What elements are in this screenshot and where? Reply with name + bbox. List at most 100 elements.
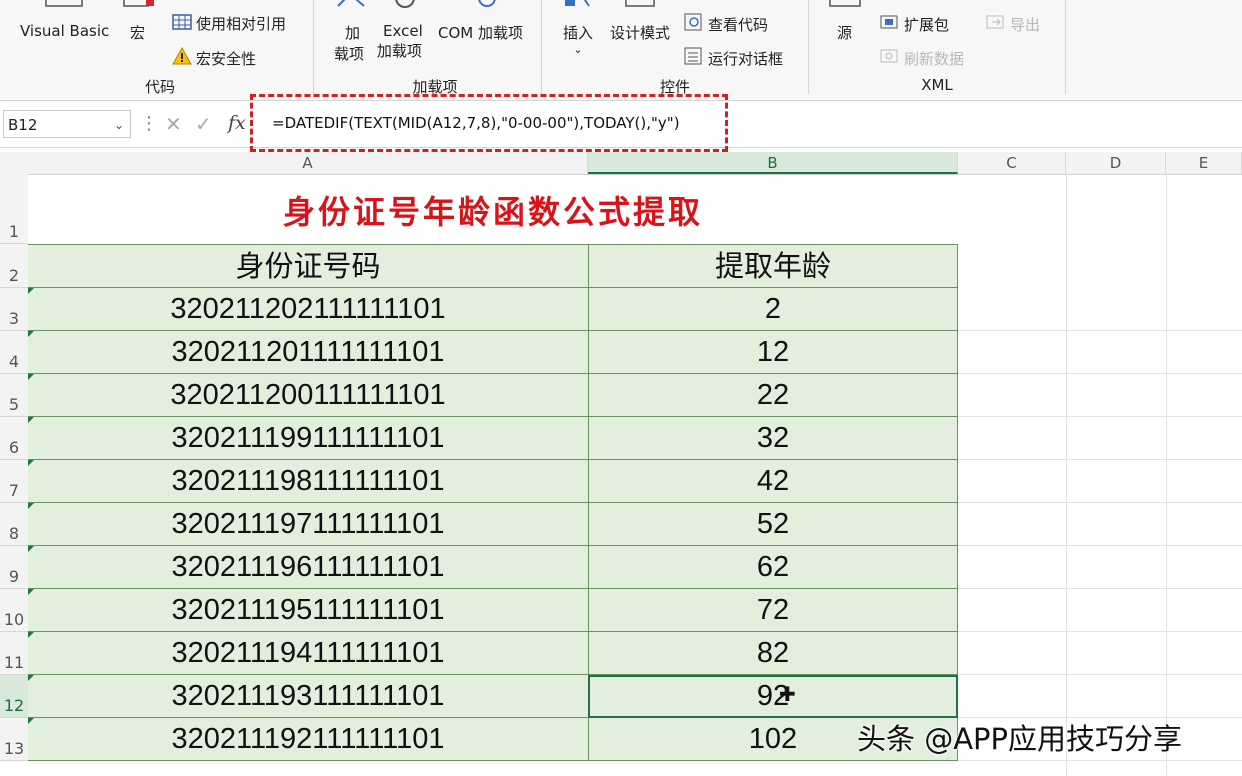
excel-addins-button[interactable]: Excel 加载项 bbox=[377, 22, 423, 61]
refresh-data-label: 刷新数据 bbox=[904, 49, 965, 68]
macro-button[interactable]: 宏 bbox=[130, 22, 145, 43]
grid-line bbox=[958, 330, 1242, 331]
age-cell[interactable]: 72 bbox=[588, 589, 958, 632]
row-header[interactable]: 8 bbox=[0, 503, 28, 546]
header-cell-id[interactable]: 身份证号码 bbox=[28, 244, 589, 288]
grid-line bbox=[958, 631, 1242, 632]
column-header-a[interactable]: A bbox=[28, 152, 588, 174]
id-number-cell[interactable]: 320211194111111101 bbox=[28, 632, 589, 675]
com-addins-button[interactable]: COM 加载项 bbox=[438, 22, 523, 43]
column-header-c[interactable]: C bbox=[958, 152, 1066, 174]
id-number-cell[interactable]: 320211192111111101 bbox=[28, 718, 589, 761]
row-header[interactable]: 11 bbox=[0, 632, 28, 675]
grid-line bbox=[1066, 174, 1067, 776]
com-addins-gear-icon bbox=[470, 0, 504, 16]
grid-line bbox=[958, 588, 1242, 589]
row-header[interactable]: 12 bbox=[0, 675, 28, 718]
column-header-e[interactable]: E bbox=[1166, 152, 1242, 174]
age-cell[interactable]: 2 bbox=[588, 288, 958, 331]
relative-reference-button[interactable]: 使用相对引用 bbox=[172, 13, 286, 34]
row-header-1[interactable]: 1 bbox=[0, 174, 28, 244]
refresh-data-button[interactable]: 刷新数据 bbox=[880, 47, 964, 69]
enter-check-icon[interactable]: ✓ bbox=[195, 112, 212, 136]
age-cell[interactable]: 52 bbox=[588, 503, 958, 546]
age-cell[interactable]: 22 bbox=[588, 374, 958, 417]
insert-label: 插入 bbox=[563, 24, 594, 42]
row-header-2[interactable]: 2 bbox=[0, 244, 28, 288]
age-value: 22 bbox=[756, 379, 790, 411]
id-number-value: 320211192111111101 bbox=[171, 723, 445, 755]
row-header[interactable]: 3 bbox=[0, 288, 28, 331]
column-header-d[interactable]: D bbox=[1066, 152, 1166, 174]
chevron-down-icon: ⌄ bbox=[573, 43, 583, 56]
more-options-icon[interactable]: ⋮ bbox=[140, 113, 158, 134]
id-number-cell[interactable]: 320211201111111101 bbox=[28, 331, 589, 374]
row-header[interactable]: 4 bbox=[0, 331, 28, 374]
design-mode-button[interactable]: 设计模式 bbox=[610, 22, 670, 43]
xml-source-button[interactable]: 源 bbox=[837, 22, 852, 43]
grid-line bbox=[958, 502, 1242, 503]
age-cell[interactable]: 32 bbox=[588, 417, 958, 460]
macro-security-button[interactable]: 宏安全性 bbox=[172, 46, 256, 69]
row-header[interactable]: 13 bbox=[0, 718, 28, 761]
insert-control-button[interactable]: 插入 ⌄ bbox=[563, 22, 593, 57]
age-value: 32 bbox=[756, 422, 790, 454]
addins-button[interactable]: 加 载项 bbox=[334, 22, 364, 64]
row-header[interactable]: 9 bbox=[0, 546, 28, 589]
id-number-cell[interactable]: 320211198111111101 bbox=[28, 460, 589, 503]
chevron-down-icon[interactable]: ⌄ bbox=[114, 111, 124, 139]
cancel-icon[interactable]: ✕ bbox=[165, 112, 182, 136]
age-value: 42 bbox=[756, 465, 790, 497]
run-dialog-label: 运行对话框 bbox=[708, 49, 784, 68]
relative-reference-label: 使用相对引用 bbox=[196, 15, 287, 33]
expansion-packs-button[interactable]: 扩展包 bbox=[880, 13, 949, 35]
id-number-cell[interactable]: 320211193111111101 bbox=[28, 675, 589, 718]
id-number-cell[interactable]: 320211202111111101 bbox=[28, 288, 589, 331]
view-code-button[interactable]: 查看代码 bbox=[684, 13, 768, 35]
age-value: 72 bbox=[756, 594, 790, 626]
grid-line bbox=[958, 674, 1242, 675]
text-number-warning-icon bbox=[28, 503, 34, 509]
age-cell[interactable]: 42 bbox=[588, 460, 958, 503]
column-header-b[interactable]: B bbox=[588, 152, 958, 174]
sheet-title[interactable]: 身份证号年龄函数公式提取 bbox=[28, 174, 958, 244]
age-value: 52 bbox=[756, 508, 790, 540]
export-icon bbox=[986, 13, 1006, 35]
text-number-warning-icon bbox=[28, 331, 34, 337]
age-cell[interactable]: 62 bbox=[588, 546, 958, 589]
grid-line bbox=[958, 459, 1242, 460]
header-cell-age[interactable]: 提取年龄 bbox=[588, 244, 958, 288]
grid-line bbox=[958, 760, 1242, 761]
export-button[interactable]: 导出 bbox=[986, 13, 1040, 35]
run-dialog-button[interactable]: 运行对话框 bbox=[684, 47, 783, 69]
ribbon-separator bbox=[808, 0, 809, 94]
id-number-value: 320211193111111101 bbox=[171, 680, 445, 712]
id-number-value: 320211202111111101 bbox=[170, 293, 446, 325]
row-header[interactable]: 6 bbox=[0, 417, 28, 460]
name-box[interactable]: B12 ⌄ bbox=[3, 110, 131, 138]
age-value: 62 bbox=[756, 551, 790, 583]
export-label: 导出 bbox=[1010, 15, 1041, 34]
text-number-warning-icon bbox=[28, 589, 34, 595]
id-number-cell[interactable]: 320211197111111101 bbox=[28, 503, 589, 546]
id-number-cell[interactable]: 320211195111111101 bbox=[28, 589, 589, 632]
id-number-cell[interactable]: 320211199111111101 bbox=[28, 417, 589, 460]
visual-basic-button[interactable]: Visual Basic bbox=[20, 22, 109, 40]
text-number-warning-icon bbox=[28, 675, 34, 681]
row-header[interactable]: 10 bbox=[0, 589, 28, 632]
grid-line bbox=[1166, 174, 1167, 776]
expansion-packs-icon bbox=[880, 13, 900, 35]
row-header[interactable]: 7 bbox=[0, 460, 28, 503]
id-number-cell[interactable]: 320211200111111101 bbox=[28, 374, 589, 417]
xml-group-label: XML bbox=[921, 76, 953, 94]
text-number-warning-icon bbox=[28, 632, 34, 638]
age-cell[interactable]: 12 bbox=[588, 331, 958, 374]
row-header[interactable]: 5 bbox=[0, 374, 28, 417]
highlight-annotation-box bbox=[250, 94, 728, 152]
expansion-packs-label: 扩展包 bbox=[904, 15, 950, 34]
id-number-cell[interactable]: 320211196111111101 bbox=[28, 546, 589, 589]
active-age-cell[interactable]: 92 bbox=[588, 675, 958, 718]
insert-function-icon[interactable]: fx bbox=[228, 112, 246, 134]
age-cell[interactable]: 82 bbox=[588, 632, 958, 675]
age-value: 82 bbox=[756, 637, 790, 669]
